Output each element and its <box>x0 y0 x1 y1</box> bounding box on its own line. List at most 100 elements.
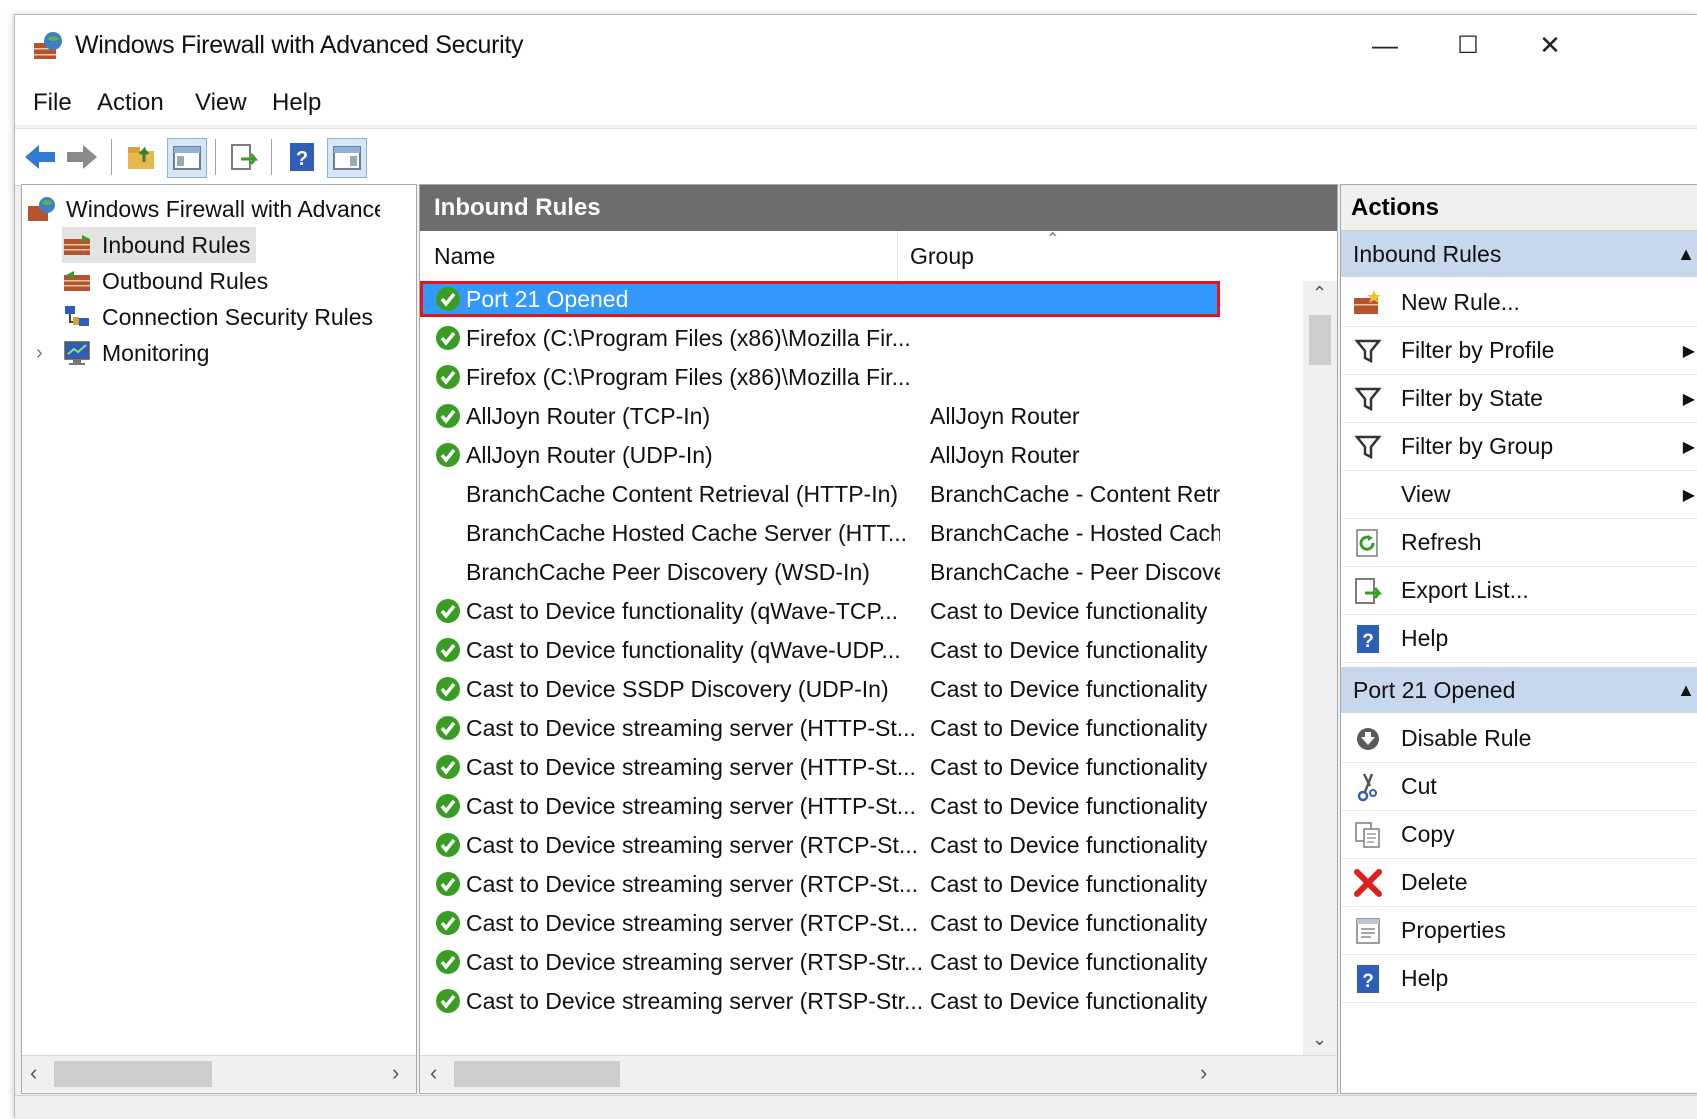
rule-group-cell: Cast to Device functionality <box>930 831 1208 858</box>
action-cut[interactable]: Cut <box>1341 763 1697 811</box>
rule-name-cell: Firefox (C:\Program Files (x86)\Mozilla … <box>466 363 911 390</box>
rule-name-cell: Cast to Device streaming server (HTTP-St… <box>466 714 916 741</box>
window-title: Windows Firewall with Advanced Security <box>75 31 524 59</box>
new-rule-icon <box>1351 286 1385 320</box>
action-disable-rule[interactable]: Disable Rule <box>1341 715 1697 763</box>
firewall-rules-icon <box>64 235 90 255</box>
scroll-thumb[interactable] <box>454 1061 620 1087</box>
action-label: Export List... <box>1401 577 1529 603</box>
actions-title: Actions <box>1341 185 1697 231</box>
action-help[interactable]: ? Help <box>1341 615 1697 663</box>
minimize-button[interactable]: — <box>1350 15 1420 75</box>
collapse-caret-icon[interactable]: ▲ <box>1677 244 1695 265</box>
action-view[interactable]: View ▶ <box>1341 471 1697 519</box>
rules-list-pane: Inbound Rules Name Group ⌃ Port 21 Opene… <box>419 184 1338 1094</box>
export-icon[interactable] <box>225 138 263 176</box>
action-group-title: Port 21 Opened <box>1353 676 1516 703</box>
enabled-check-icon <box>434 363 462 391</box>
table-row[interactable]: Cast to Device streaming server (RTSP-St… <box>420 983 1220 1019</box>
rule-group-cell: Cast to Device functionality <box>930 636 1208 663</box>
chevron-right-icon[interactable]: › <box>36 342 62 365</box>
action-filter-by-state[interactable]: Filter by State ▶ <box>1341 375 1697 423</box>
table-row[interactable]: Cast to Device SSDP Discovery (UDP-In) Ca… <box>420 671 1220 707</box>
table-row[interactable]: Cast to Device streaming server (HTTP-St… <box>420 710 1220 746</box>
table-row[interactable]: Cast to Device streaming server (RTSP-St… <box>420 944 1220 980</box>
menu-help[interactable]: Help <box>272 89 321 117</box>
column-header-name[interactable]: Name <box>420 231 898 281</box>
action-export-list[interactable]: Export List... <box>1341 567 1697 615</box>
table-row[interactable]: Cast to Device streaming server (HTTP-St… <box>420 749 1220 785</box>
forward-arrow-icon[interactable] <box>63 138 101 176</box>
tree-root[interactable]: Windows Firewall with Advanced Security <box>26 191 380 227</box>
rule-name-cell: Port 21 Opened <box>466 285 629 312</box>
help-icon[interactable]: ? <box>283 138 321 176</box>
toolbar-separator <box>271 139 272 175</box>
maximize-button[interactable]: ☐ <box>1433 15 1503 75</box>
action-filter-by-profile[interactable]: Filter by Profile ▶ <box>1341 327 1697 375</box>
tree-item-inbound-rules[interactable]: Inbound Rules <box>62 227 257 263</box>
tree-item-label: Inbound Rules <box>102 231 251 258</box>
rule-name-cell: Cast to Device streaming server (RTCP-St… <box>466 909 919 936</box>
tree-horizontal-scrollbar[interactable]: ‹ › <box>22 1055 416 1092</box>
scroll-up-icon[interactable]: ⌃ <box>1312 283 1327 304</box>
menu-view[interactable]: View <box>195 89 247 117</box>
scroll-left-icon[interactable]: ‹ <box>430 1060 437 1086</box>
table-row[interactable]: BranchCache Peer Discovery (WSD-In) Branc… <box>420 554 1220 590</box>
up-folder-icon[interactable] <box>123 138 161 176</box>
action-filter-by-group[interactable]: Filter by Group ▶ <box>1341 423 1697 471</box>
scroll-right-icon[interactable]: › <box>392 1060 399 1086</box>
table-row[interactable]: AllJoyn Router (UDP-In) AllJoyn Router <box>420 437 1220 473</box>
action-copy[interactable]: Copy <box>1341 811 1697 859</box>
show-hide-action-pane-icon[interactable] <box>327 138 367 178</box>
menu-action[interactable]: Action <box>97 89 164 117</box>
help-icon: ? <box>1351 622 1385 656</box>
column-header-group[interactable]: Group ⌃ <box>898 231 1220 281</box>
menu-file[interactable]: File <box>33 89 72 117</box>
table-row[interactable]: BranchCache Content Retrieval (HTTP-In) B… <box>420 476 1220 512</box>
scroll-left-icon[interactable]: ‹ <box>30 1060 37 1086</box>
action-help[interactable]: ? Help <box>1341 955 1697 1003</box>
scroll-right-icon[interactable]: › <box>1200 1060 1207 1086</box>
table-row[interactable]: Firefox (C:\Program Files (x86)\Mozilla … <box>420 320 1220 356</box>
close-button[interactable]: ✕ <box>1515 15 1585 75</box>
tree-item-connection-security-rules[interactable]: Connection Security Rules <box>62 299 373 335</box>
rule-group-cell: Cast to Device functionality <box>930 948 1208 975</box>
rules-vertical-scrollbar[interactable]: ⌃ ⌄ <box>1303 281 1337 1057</box>
rule-name-cell: Cast to Device functionality (qWave-UDP.… <box>466 636 901 663</box>
title-bar[interactable]: Windows Firewall with Advanced Security … <box>15 15 1697 77</box>
collapse-caret-icon[interactable]: ▲ <box>1677 680 1695 701</box>
action-delete[interactable]: Delete <box>1341 859 1697 907</box>
action-group-header[interactable]: Inbound Rules ▲ <box>1341 231 1697 277</box>
table-row[interactable]: Port 21 Opened <box>420 281 1220 317</box>
scroll-thumb[interactable] <box>54 1061 212 1087</box>
tree-item-outbound-rules[interactable]: Outbound Rules <box>62 263 268 299</box>
table-row[interactable]: Cast to Device functionality (qWave-UDP.… <box>420 632 1220 668</box>
back-arrow-icon[interactable] <box>21 138 59 176</box>
scroll-thumb[interactable] <box>1309 315 1331 365</box>
rules-horizontal-scrollbar[interactable]: ‹ › <box>420 1055 1337 1092</box>
action-new-rule[interactable]: New Rule... <box>1341 279 1697 327</box>
enabled-check-icon <box>434 753 462 781</box>
table-row[interactable]: Cast to Device functionality (qWave-TCP.… <box>420 593 1220 629</box>
no-icon <box>1351 478 1385 512</box>
table-row[interactable]: BranchCache Hosted Cache Server (HTT... B… <box>420 515 1220 551</box>
enabled-check-icon <box>434 285 462 313</box>
action-group-header[interactable]: Port 21 Opened ▲ <box>1341 667 1697 713</box>
table-row[interactable]: Cast to Device streaming server (RTCP-St… <box>420 866 1220 902</box>
table-row[interactable]: Cast to Device streaming server (RTCP-St… <box>420 905 1220 941</box>
table-row[interactable]: Cast to Device streaming server (RTCP-St… <box>420 827 1220 863</box>
firewall-rules-icon <box>64 271 90 291</box>
firewall-app-icon <box>28 197 55 221</box>
table-row[interactable]: Cast to Device streaming server (HTTP-St… <box>420 788 1220 824</box>
rule-name-cell: AllJoyn Router (TCP-In) <box>466 402 711 429</box>
action-refresh[interactable]: Refresh <box>1341 519 1697 567</box>
scroll-down-icon[interactable]: ⌄ <box>1312 1029 1327 1050</box>
rule-name-cell: BranchCache Content Retrieval (HTTP-In) <box>466 480 899 507</box>
sort-ascending-icon: ⌃ <box>1046 231 1060 248</box>
tree-item-monitoring[interactable]: › Monitoring <box>36 335 209 371</box>
table-row[interactable]: Firefox (C:\Program Files (x86)\Mozilla … <box>420 359 1220 395</box>
show-hide-tree-icon[interactable] <box>167 138 207 178</box>
enabled-check-icon <box>434 870 462 898</box>
action-properties[interactable]: Properties <box>1341 907 1697 955</box>
table-row[interactable]: AllJoyn Router (TCP-In) AllJoyn Router <box>420 398 1220 434</box>
